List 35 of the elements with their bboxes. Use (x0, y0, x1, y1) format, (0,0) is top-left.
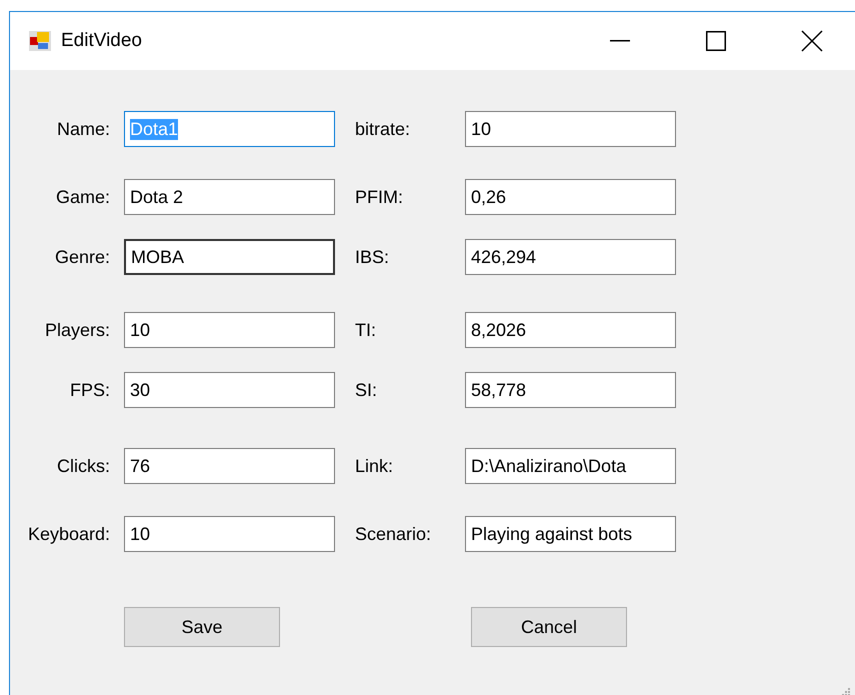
minimize-icon (610, 40, 630, 42)
field-label: bitrate: (355, 118, 410, 140)
close-icon (801, 30, 823, 52)
field-label: Clicks: (57, 456, 111, 476)
save-button[interactable]: Save (124, 607, 280, 647)
text-field[interactable]: 8,2026 (465, 312, 676, 348)
app-icon (29, 31, 51, 51)
field-label: SI: (355, 380, 378, 400)
field-label: Link: (355, 456, 394, 476)
field-label: PFIM: (355, 186, 403, 208)
text-field[interactable]: 10 (124, 312, 335, 348)
text-field[interactable]: 58,778 (465, 372, 676, 408)
text-field[interactable]: 76 (124, 448, 335, 484)
text-field[interactable]: 426,294 (465, 239, 676, 275)
field-label: TI: (355, 320, 376, 340)
maximize-icon (706, 31, 726, 51)
field-label: IBS: (355, 246, 390, 268)
cancel-button[interactable]: Cancel (471, 607, 627, 647)
text-field[interactable]: 10 (465, 111, 676, 147)
resize-grip-icon (841, 687, 850, 695)
text-field[interactable]: 30 (124, 372, 335, 408)
text-field[interactable]: Playing against bots (465, 516, 676, 552)
field-label: Name: (56, 118, 111, 140)
field-label: Players: (44, 320, 111, 340)
field-label: Game: (56, 186, 111, 208)
field-label: Genre: (54, 246, 111, 268)
text-field[interactable]: 0,26 (465, 179, 676, 215)
field-label: Keyboard: (28, 524, 111, 544)
text-field[interactable]: 10 (124, 516, 335, 552)
field-label: Scenario: (355, 524, 432, 544)
field-label: FPS: (70, 380, 111, 400)
text-field[interactable]: D:\Analizirano\Dota (465, 448, 676, 484)
window-title: EditVideo (61, 30, 143, 52)
text-field[interactable]: MOBA (124, 239, 335, 275)
text-field[interactable]: Dota 2 (124, 179, 335, 215)
